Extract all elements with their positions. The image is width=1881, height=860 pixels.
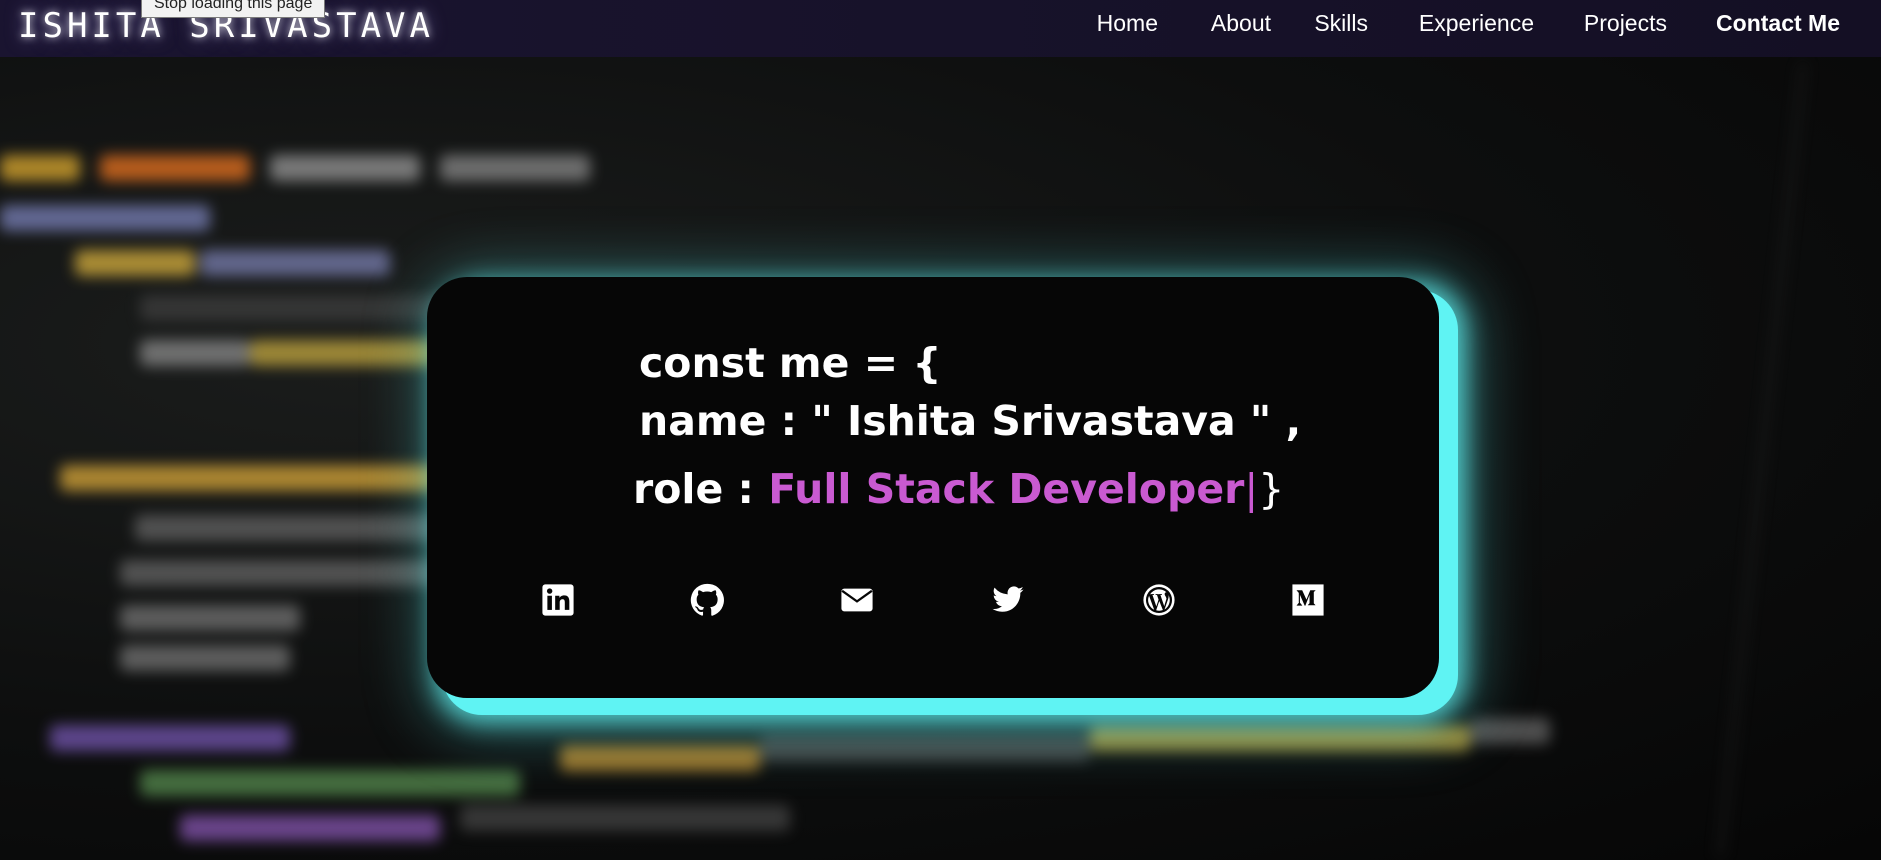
wordpress-icon[interactable] (1142, 583, 1176, 617)
code-line-role: role : Full Stack Developer|} (633, 465, 1284, 513)
email-icon[interactable] (840, 583, 874, 617)
github-icon[interactable] (690, 583, 724, 617)
typing-cursor: | (1244, 465, 1259, 513)
medium-icon[interactable] (1291, 583, 1325, 617)
nav-about-link[interactable]: About (1211, 10, 1271, 37)
nav-experience-link[interactable]: Experience (1419, 10, 1534, 37)
code-line-const: const me = { (639, 339, 942, 387)
role-typed-text: Full Stack Developer (768, 465, 1245, 513)
browser-tooltip: Stop loading this page (141, 0, 326, 18)
intro-card: const me = { name : " Ishita Srivastava … (427, 277, 1439, 698)
nav-home-link[interactable]: Home (1097, 10, 1158, 37)
nav-projects-link[interactable]: Projects (1584, 10, 1667, 37)
closing-brace: } (1258, 465, 1285, 513)
nav-contact-link[interactable]: Contact Me (1716, 10, 1840, 37)
linkedin-icon[interactable] (541, 583, 575, 617)
nav-skills-link[interactable]: Skills (1314, 10, 1368, 37)
twitter-icon[interactable] (991, 583, 1025, 617)
role-prefix: role : (633, 465, 769, 513)
code-line-name: name : " Ishita Srivastava " , (639, 397, 1302, 445)
